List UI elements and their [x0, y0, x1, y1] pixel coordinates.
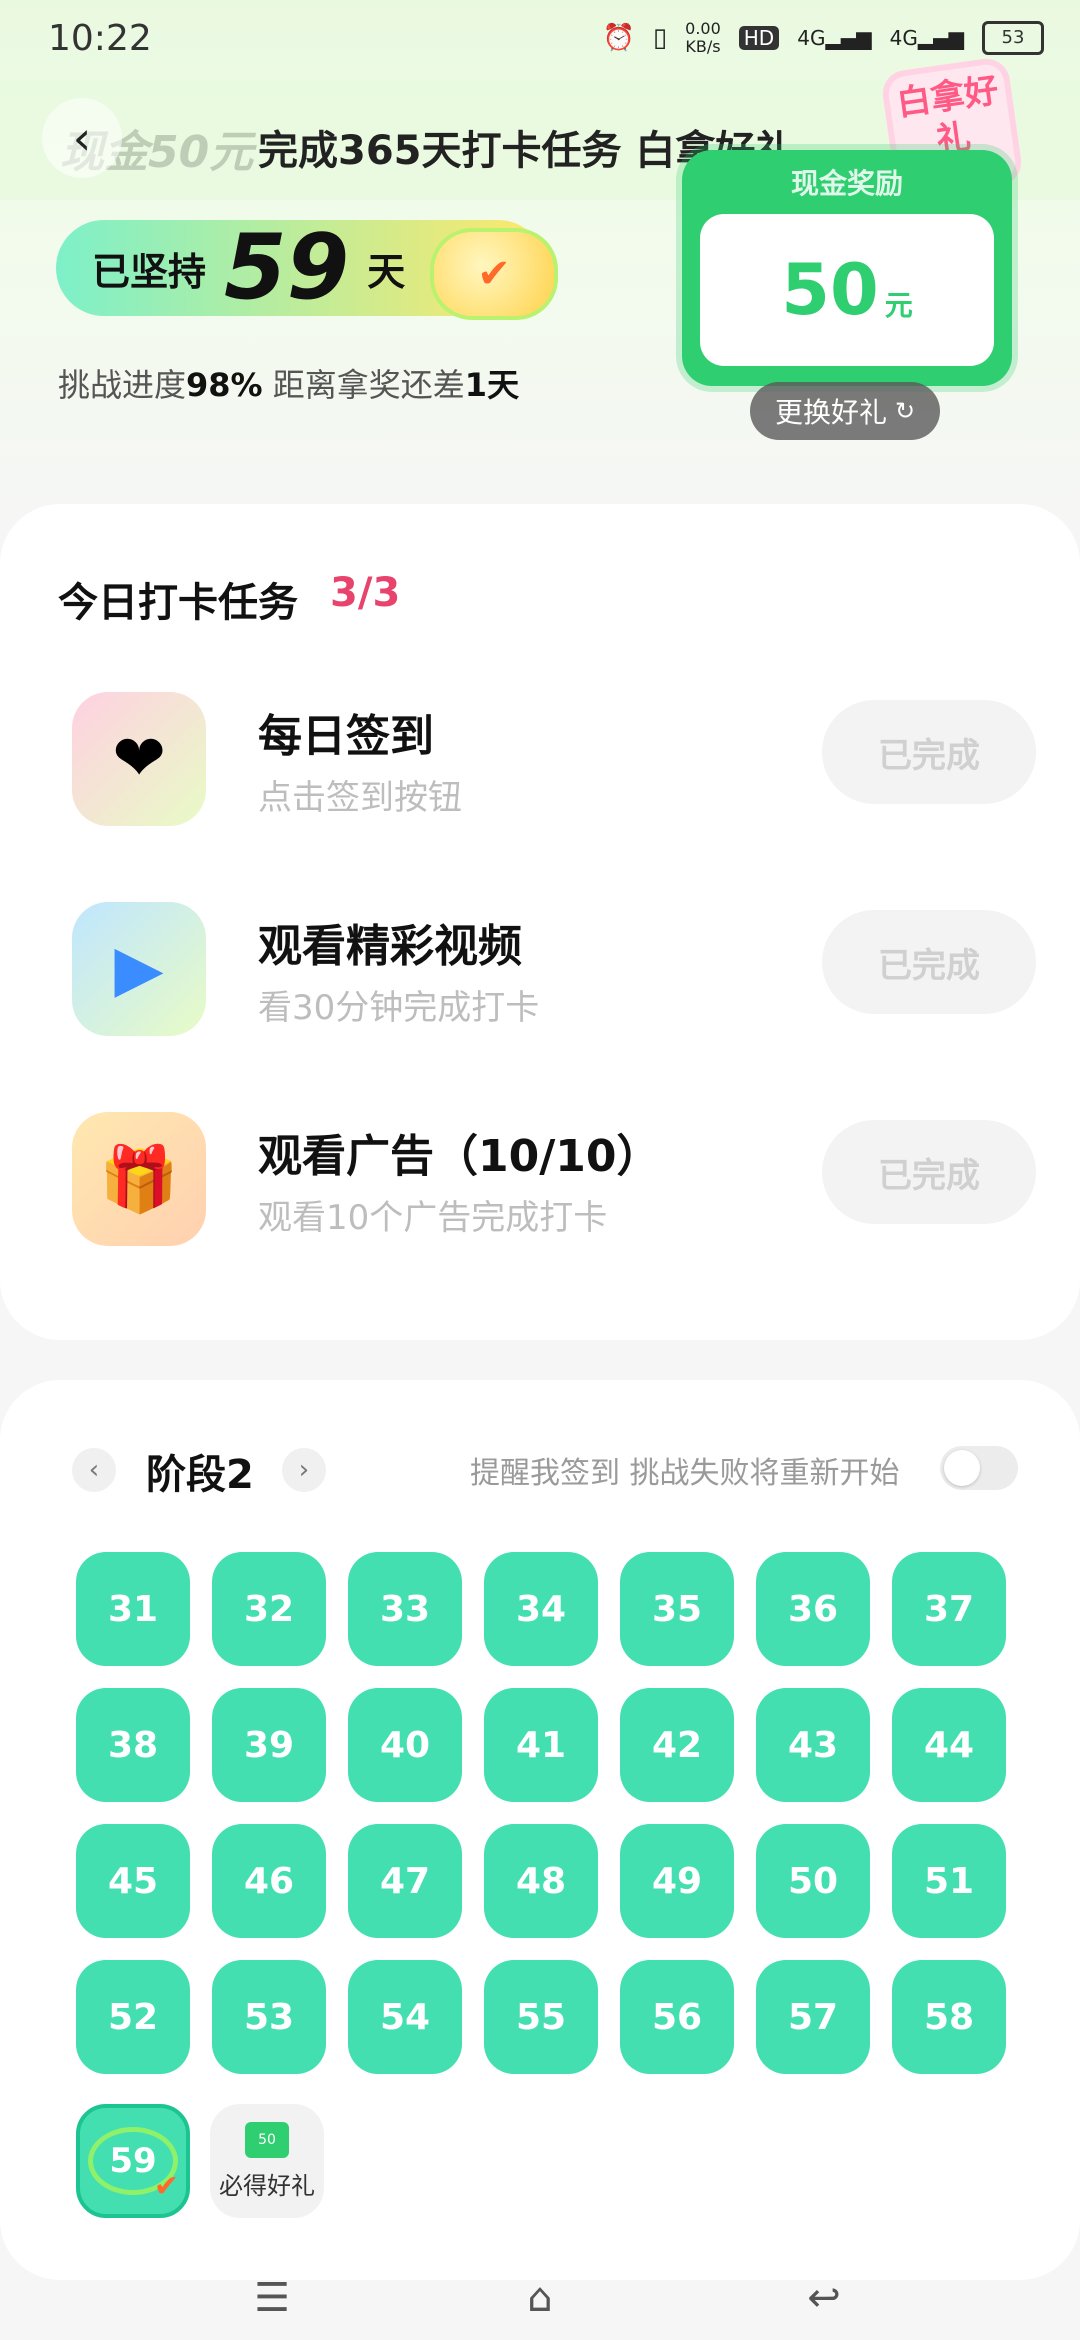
back-nav-icon[interactable]: ↩	[794, 2268, 854, 2328]
day-cell[interactable]: 42	[620, 1688, 734, 1802]
day-cell[interactable]: 35	[620, 1552, 734, 1666]
hd-badge: HD	[738, 26, 780, 50]
remind-toggle[interactable]	[940, 1446, 1018, 1490]
network-speed: 0.00 KB/s	[685, 20, 721, 56]
day-cell[interactable]: 48	[484, 1824, 598, 1938]
day-cell[interactable]: 45	[76, 1824, 190, 1938]
day-cell[interactable]: 40	[348, 1688, 462, 1802]
streak-suffix: 天	[367, 249, 406, 294]
chevron-left-icon: ‹	[72, 111, 92, 165]
reward-card[interactable]: 现金奖励 50 元	[682, 150, 1012, 386]
net1-label: 4G	[797, 26, 826, 50]
day-cell[interactable]: 47	[348, 1824, 462, 1938]
today-ring: 59 ✔	[88, 2127, 179, 2204]
day-cell[interactable]: 58	[892, 1960, 1006, 2074]
day-cell[interactable]: 44	[892, 1688, 1006, 1802]
reward-amount: 50	[781, 249, 879, 331]
today-number: 59	[109, 2141, 157, 2181]
day-cell[interactable]: 54	[348, 1960, 462, 2074]
signal-4g-2: 4G▂▄▆	[889, 26, 964, 50]
navigation-bar: ☰ ⌂ ↩	[0, 2250, 1080, 2340]
day-cell[interactable]: 31	[76, 1552, 190, 1666]
refresh-icon: ↻	[894, 397, 916, 425]
day-cell[interactable]: 55	[484, 1960, 598, 2074]
change-gift-label: 更换好礼	[774, 396, 887, 429]
day-cell[interactable]: 38	[76, 1688, 190, 1802]
progress-label: 挑战进度	[58, 366, 187, 404]
day-cell[interactable]: 33	[348, 1552, 462, 1666]
day-cell[interactable]: 36	[756, 1552, 870, 1666]
gift-day-cell[interactable]: 50 必得好礼	[210, 2104, 324, 2218]
task-done-button[interactable]: 已完成	[822, 910, 1036, 1014]
task-row: 🎁 观看广告（10/10） 观看10个广告完成打卡 已完成	[0, 1112, 1080, 1292]
menu-icon[interactable]: ☰	[242, 2268, 302, 2328]
check-icon: ✔	[153, 2169, 179, 2204]
day-cell[interactable]: 51	[892, 1824, 1006, 1938]
back-button[interactable]: ‹	[42, 98, 122, 178]
day-cell[interactable]: 41	[484, 1688, 598, 1802]
gift-label: 必得好礼	[219, 2171, 315, 2200]
day-cell-today[interactable]: 59 ✔	[76, 2104, 190, 2218]
progress-middle: 距离拿奖还差	[262, 366, 465, 404]
day-cell[interactable]: 57	[756, 1960, 870, 2074]
day-cell[interactable]: 49	[620, 1824, 734, 1938]
task-name: 每日签到	[258, 711, 434, 762]
reward-unit: 元	[884, 289, 913, 322]
signal-4g-1: 4G▂▄▆	[797, 26, 872, 50]
task-done-button[interactable]: 已完成	[822, 700, 1036, 804]
status-icons: ⏰ ▯ 0.00 KB/s HD 4G▂▄▆ 4G▂▄▆ 53	[602, 20, 1044, 56]
prev-stage-button[interactable]: ‹	[72, 1448, 116, 1492]
day-cell[interactable]: 46	[212, 1824, 326, 1938]
progress-percent: 98%	[186, 366, 263, 404]
status-time: 10:22	[48, 18, 152, 59]
day-cell[interactable]: 56	[620, 1960, 734, 2074]
day-cell[interactable]: 52	[76, 1960, 190, 2074]
task-row: ❤ 每日签到 点击签到按钮 已完成	[0, 692, 1080, 872]
task-title: 今日打卡任务	[58, 580, 298, 626]
task-row: ▶ 观看精彩视频 看30分钟完成打卡 已完成	[0, 902, 1080, 1082]
progress-remaining: 1天	[464, 366, 520, 404]
day-cell[interactable]: 53	[212, 1960, 326, 2074]
progress-line: 挑战进度98% 距离拿奖还差1天	[58, 360, 519, 406]
day-cell[interactable]: 32	[212, 1552, 326, 1666]
calendar-heart-icon: ❤	[72, 692, 206, 826]
task-name: 观看精彩视频	[258, 921, 522, 972]
network-speed-unit: KB/s	[685, 37, 721, 56]
day-cell[interactable]: 34	[484, 1552, 598, 1666]
stage-label: 阶段2	[146, 1452, 254, 1498]
chevron-left-icon: ‹	[88, 1455, 100, 1485]
day-cell[interactable]: 50	[756, 1824, 870, 1938]
task-done-button[interactable]: 已完成	[822, 1120, 1036, 1224]
day-cell[interactable]: 43	[756, 1688, 870, 1802]
change-gift-button[interactable]: 更换好礼 ↻	[750, 382, 940, 440]
streak-days: 59	[224, 215, 350, 320]
smiley-check-icon: ✔	[430, 228, 558, 320]
battery-icon: 53	[982, 21, 1044, 55]
day-cell[interactable]: 37	[892, 1552, 1006, 1666]
task-name: 观看广告（10/10）	[258, 1131, 661, 1182]
video-play-icon: ▶	[72, 902, 206, 1036]
task-count: 3/3	[330, 570, 401, 616]
task-desc: 观看10个广告完成打卡	[258, 1198, 608, 1238]
alarm-icon: ⏰	[602, 23, 635, 53]
task-desc: 看30分钟完成打卡	[258, 988, 540, 1028]
cash-card-icon: 50	[245, 2121, 289, 2158]
day-cell[interactable]: 39	[212, 1688, 326, 1802]
task-desc: 点击签到按钮	[258, 778, 462, 818]
net2-label: 4G	[889, 26, 918, 50]
reward-inner: 50 元	[700, 214, 994, 366]
streak-prefix: 已坚持	[92, 249, 207, 294]
vibrate-icon: ▯	[652, 23, 668, 53]
next-stage-button[interactable]: ›	[282, 1448, 326, 1492]
home-icon[interactable]: ⌂	[510, 2268, 570, 2328]
toggle-knob	[944, 1450, 980, 1486]
gift-box-icon: 🎁	[72, 1112, 206, 1246]
remind-text: 提醒我签到 挑战失败将重新开始	[470, 1456, 900, 1491]
network-speed-value: 0.00	[685, 19, 721, 38]
reward-label: 现金奖励	[790, 167, 903, 200]
chevron-right-icon: ›	[298, 1455, 310, 1485]
